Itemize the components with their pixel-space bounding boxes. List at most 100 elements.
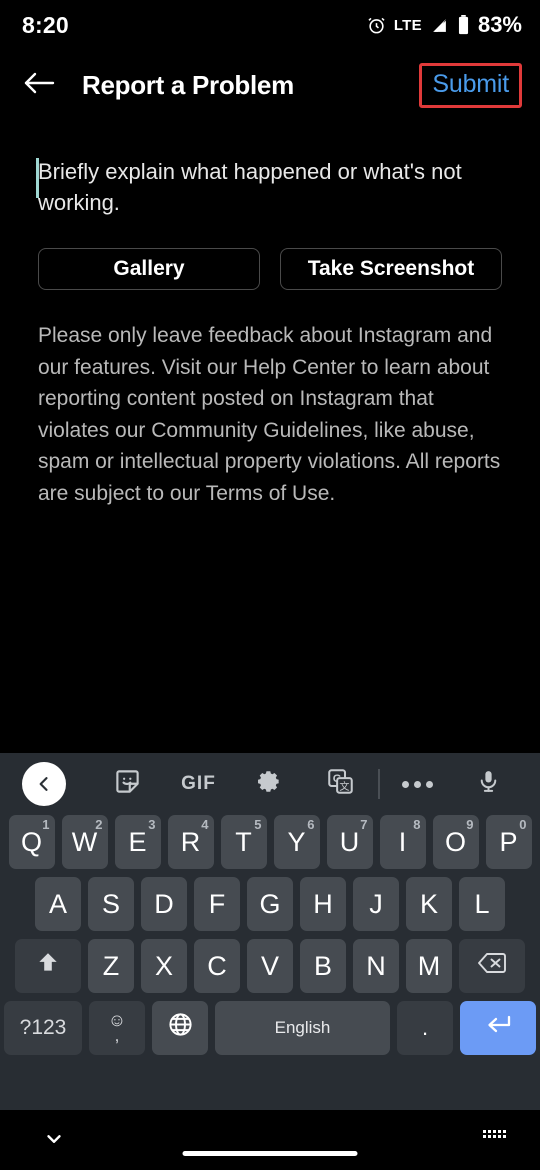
status-bar: 8:20 LTE 83% — [0, 0, 540, 50]
voice-input-button[interactable] — [453, 768, 524, 800]
google-translate-icon: G 文 — [327, 768, 354, 800]
translate-button[interactable]: G 文 — [305, 768, 376, 800]
key-number: 0 — [519, 817, 527, 832]
key-d[interactable]: D — [141, 877, 187, 931]
symbols-key[interactable]: ?123 — [4, 1001, 82, 1055]
navigation-bar — [0, 1110, 540, 1170]
shift-key[interactable] — [15, 939, 81, 993]
key-l[interactable]: L — [459, 877, 505, 931]
submit-button[interactable]: Submit — [419, 62, 522, 108]
backspace-key[interactable] — [459, 939, 525, 993]
key-a[interactable]: A — [35, 877, 81, 931]
app-header: Report a Problem Submit — [0, 50, 540, 120]
key-label: Y — [287, 826, 306, 857]
key-j[interactable]: J — [353, 877, 399, 931]
key-x[interactable]: X — [141, 939, 187, 993]
key-c[interactable]: C — [194, 939, 240, 993]
key-i[interactable]: I8 — [379, 815, 426, 869]
disclaimer-text: Please only leave feedback about Instagr… — [38, 324, 501, 505]
key-number: 9 — [466, 817, 474, 832]
enter-key[interactable] — [460, 1001, 536, 1055]
key-label: W — [71, 826, 98, 857]
collapse-toolbar-button[interactable] — [16, 762, 92, 806]
key-t[interactable]: T5 — [220, 815, 267, 869]
comma-label: , — [114, 1026, 120, 1045]
key-label: Q — [20, 826, 42, 857]
key-number: 2 — [95, 817, 103, 832]
key-e[interactable]: E3 — [114, 815, 161, 869]
key-b[interactable]: B — [300, 939, 346, 993]
gif-button[interactable]: GIF — [163, 773, 234, 795]
microphone-icon — [476, 768, 501, 800]
emoji-comma-key[interactable]: ☺ , — [89, 1001, 145, 1055]
key-v[interactable]: V — [247, 939, 293, 993]
key-k[interactable]: K — [406, 877, 452, 931]
key-number: 3 — [148, 817, 156, 832]
key-number: 4 — [201, 817, 209, 832]
key-number: 8 — [413, 817, 421, 832]
key-label: P — [499, 826, 518, 857]
gallery-button[interactable]: Gallery — [38, 248, 260, 290]
text-caret — [36, 158, 39, 198]
key-q[interactable]: Q1 — [8, 815, 55, 869]
status-indicators: LTE 83% — [367, 12, 522, 38]
enter-return-icon — [483, 1012, 513, 1045]
key-w[interactable]: W2 — [61, 815, 108, 869]
shift-up-arrow-icon — [35, 950, 61, 983]
status-time: 8:20 — [22, 11, 69, 38]
input-placeholder: Briefly explain what happened or what's … — [38, 159, 462, 215]
key-z[interactable]: Z — [88, 939, 134, 993]
period-key[interactable]: . — [397, 1001, 453, 1055]
on-screen-keyboard: GIF G 文 — [0, 753, 540, 1110]
key-number: 5 — [254, 817, 262, 832]
key-r[interactable]: R4 — [167, 815, 214, 869]
key-s[interactable]: S — [88, 877, 134, 931]
keyboard-row-3: Z X C V B N M — [0, 939, 540, 993]
key-m[interactable]: M — [406, 939, 452, 993]
key-f[interactable]: F — [194, 877, 240, 931]
sticker-button[interactable] — [92, 768, 163, 800]
key-g[interactable]: G — [247, 877, 293, 931]
keyboard-toolbar: GIF G 文 — [0, 753, 540, 815]
alarm-icon — [367, 16, 386, 35]
key-label: I — [398, 826, 407, 857]
sticker-icon — [114, 768, 141, 800]
key-label: R — [180, 826, 201, 857]
gallery-button-label: Gallery — [113, 257, 185, 280]
main-content: Briefly explain what happened or what's … — [0, 156, 540, 509]
key-label: O — [444, 826, 466, 857]
take-screenshot-button-label: Take Screenshot — [307, 257, 475, 280]
page-title: Report a Problem — [82, 69, 294, 100]
key-p[interactable]: P0 — [485, 815, 532, 869]
key-n[interactable]: N — [353, 939, 399, 993]
backspace-icon — [477, 951, 507, 982]
language-switch-key[interactable] — [152, 1001, 208, 1055]
key-u[interactable]: U7 — [326, 815, 373, 869]
key-label: T — [235, 826, 252, 857]
phone-screen: 8:20 LTE 83% Report a Problem Submit Bri… — [0, 0, 540, 1170]
dismiss-keyboard-button[interactable] — [40, 1128, 68, 1155]
key-label: E — [128, 826, 147, 857]
keyboard-switch-icon — [483, 1130, 506, 1138]
key-h[interactable]: H — [300, 877, 346, 931]
gear-icon — [256, 768, 283, 800]
space-key[interactable]: English — [215, 1001, 390, 1055]
key-number: 7 — [360, 817, 368, 832]
more-options-button[interactable] — [382, 780, 453, 788]
signal-icon — [430, 16, 449, 35]
submit-button-label: Submit — [432, 69, 509, 98]
arrow-left-icon — [22, 70, 56, 101]
toolbar-divider — [378, 769, 380, 799]
problem-description-input[interactable]: Briefly explain what happened or what's … — [36, 156, 502, 218]
back-button[interactable] — [22, 63, 66, 107]
chevron-left-icon — [22, 762, 66, 806]
settings-button[interactable] — [234, 768, 305, 800]
network-type: LTE — [393, 16, 422, 34]
home-gesture-bar[interactable] — [182, 1151, 358, 1156]
key-o[interactable]: O9 — [432, 815, 479, 869]
gif-label: GIF — [181, 773, 216, 794]
key-y[interactable]: Y6 — [273, 815, 320, 869]
keyboard-row-1: Q1 W2 E3 R4 T5 Y6 U7 I8 O9 P0 — [0, 815, 540, 869]
take-screenshot-button[interactable]: Take Screenshot — [280, 248, 502, 290]
switch-keyboard-button[interactable] — [483, 1130, 506, 1138]
